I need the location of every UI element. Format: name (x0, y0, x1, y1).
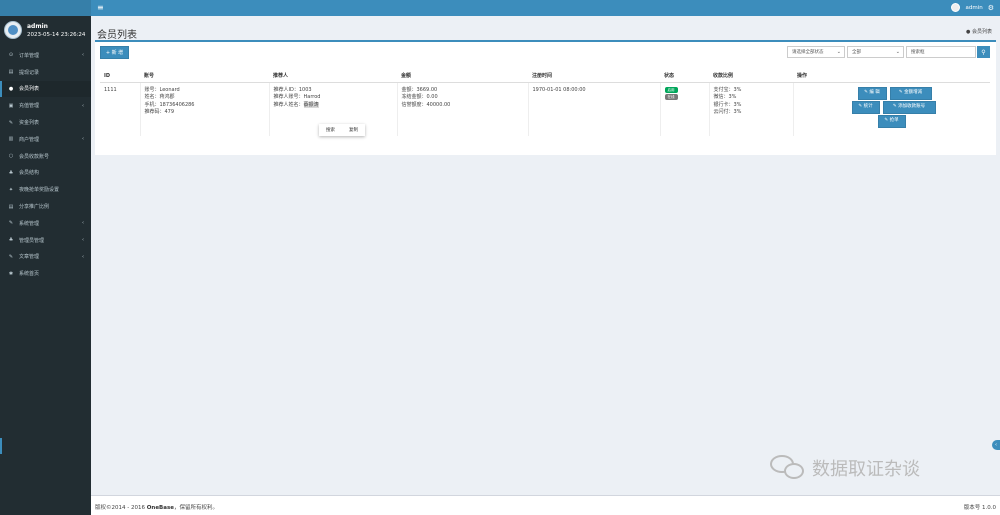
cell-account: 账号：Leonard 姓名：蒋鸿郡 手机：18736406286 推荐码：479 (140, 82, 270, 136)
cell-reg-time: 1970-01-01 08:00:00 (528, 82, 661, 136)
user-icon: ● (8, 85, 14, 92)
left-edge-tab (0, 438, 2, 454)
image-icon: ▣ (8, 102, 14, 109)
context-search-item[interactable]: 搜索 (326, 127, 335, 133)
member-table: ID 账号 推荐人 金额 注册时间 状态 收款比例 操作 1111 账号：Leo… (100, 70, 990, 136)
sidebar-item-articles[interactable]: ✎ 文章管理 ‹ (0, 249, 91, 266)
watermark: 数据取证杂谈 (770, 455, 920, 481)
stats-button[interactable]: ✎ 统计 (851, 100, 880, 114)
cell-amount: 金额：3669.00 冻结金额：0.00 信誉额度：40000.00 (397, 82, 529, 136)
tools-icon: ✎ (8, 220, 14, 227)
cell-actions: ✎ 编 辑 ✎ 金额增减 ✎ 统计 ✎ 添加收款账号 ✎ 抢单 (793, 82, 990, 136)
chevron-down-icon: ⌄ (895, 49, 900, 55)
table-row: 1111 账号：Leonard 姓名：蒋鸿郡 手机：18736406286 推荐… (100, 82, 990, 136)
col-referrer: 推荐人 (269, 70, 397, 83)
wrench-icon: ✦ (8, 186, 14, 193)
member-list-box: + 新 增 请选择全部状态 ⌄ 全部 ⌄ 搜索框 ⚲ ID 账号 推荐人 金额 注册… (95, 40, 996, 155)
col-amount: 金额 (397, 70, 528, 83)
logo-bar (0, 0, 91, 16)
status-filter-select[interactable]: 请选择全部状态 ⌄ (787, 46, 845, 58)
cell-ratio: 支付宝：3% 微信：3% 银行卡：3% 云闪付：3% (709, 82, 794, 136)
user-time: 2023-05-14 23:26:24 (27, 31, 86, 38)
header-username[interactable]: admin (965, 5, 982, 11)
page-title: 会员列表 (97, 30, 137, 41)
search-button[interactable]: ⚲ (977, 46, 990, 58)
add-account-button[interactable]: ✎ 添加收款账号 (882, 100, 936, 114)
sidebar-item-share-ratio[interactable]: ▤ 分享推广比例 (0, 198, 91, 215)
col-reg-time: 注册时间 (528, 70, 660, 83)
search-input[interactable]: 搜索框 (906, 46, 976, 58)
sidebar-item-structure[interactable]: ♣ 会员结构 (0, 165, 91, 182)
edit-button[interactable]: ✎ 编 辑 (857, 86, 887, 100)
chevron-down-icon: ⌄ (836, 49, 841, 55)
hamburger-icon[interactable]: ≡ (97, 3, 104, 12)
col-status: 状态 (660, 70, 709, 83)
header-avatar[interactable] (951, 3, 961, 12)
users-icon: ♣ (8, 237, 14, 244)
gear-icon[interactable]: ⚙ (988, 4, 994, 12)
sidebar-item-night-reward[interactable]: ✦ 夜晚抢单奖励设置 (0, 181, 91, 198)
sidebar-item-home[interactable]: ✱ 系统首页 (0, 265, 91, 282)
copyright: 版权©2014 - 2016 OneBase，保留所有权利。 (95, 505, 218, 511)
main-content: 会员列表 ● 会员列表 + 新 增 请选择全部状态 ⌄ 全部 ⌄ 搜索框 ⚲ ID … (91, 16, 1000, 495)
online-badge: 在线 (664, 93, 678, 100)
cell-status: 启用 在线 (660, 82, 710, 136)
sidebar: admin 2023-05-14 23:26:24 ⊙ 订单管理 ‹ ▤ 提现记录 ●… (0, 0, 91, 515)
grab-order-button[interactable]: ✎ 抢单 (877, 114, 906, 128)
col-actions: 操作 (793, 70, 990, 83)
list-icon: ▤ (8, 69, 14, 76)
col-id: ID (100, 70, 140, 83)
footer: 版权©2014 - 2016 OneBase，保留所有权利。 版本号 1.0.0 (91, 495, 1000, 515)
user-panel: admin 2023-05-14 23:26:24 (0, 16, 91, 44)
users-icon: ♣ (8, 169, 14, 176)
user-name: admin (27, 22, 48, 30)
status-badge[interactable]: 启用 (664, 86, 678, 93)
sidebar-item-accounts[interactable]: ○ 会员收款账号 (0, 148, 91, 165)
avatar (4, 21, 22, 39)
top-header: ≡ admin ⚙ (91, 0, 1000, 16)
order-icon: ⊙ (8, 52, 14, 59)
col-ratio: 收款比例 (709, 70, 793, 83)
search-icon: ⚲ (981, 48, 986, 56)
context-copy-item[interactable]: 复制 (349, 127, 358, 133)
cell-id: 1111 (100, 82, 141, 136)
breadcrumb: ● 会员列表 (966, 29, 992, 35)
table-icon: ▤ (8, 203, 14, 210)
scope-filter-select[interactable]: 全部 ⌄ (847, 46, 904, 58)
context-menu: 搜索 复制 (319, 124, 365, 136)
fund-adjust-button[interactable]: ✎ 金额增减 (889, 86, 932, 100)
sidebar-item-admins[interactable]: ♣ 管理员管理 ‹ (0, 232, 91, 249)
sidebar-item-withdraw[interactable]: ▤ 提现记录 (0, 64, 91, 81)
sidebar-item-orders[interactable]: ⊙ 订单管理 ‹ (0, 47, 91, 64)
home-icon: ✱ (8, 270, 14, 277)
version: 版本号 1.0.0 (963, 505, 996, 511)
add-button[interactable]: + 新 增 (100, 46, 129, 59)
wechat-icon (770, 455, 806, 481)
sidebar-menu: ⊙ 订单管理 ‹ ▤ 提现记录 ● 会员列表 ▣ 充值管理 ‹ ✎ 资金列表 ▥ 商户管理 ‹ ○… (0, 47, 91, 282)
chevron-left-icon[interactable]: ‹ (992, 440, 1000, 450)
sidebar-item-members[interactable]: ● 会员列表 (0, 80, 91, 98)
selected-text[interactable]: 蔡振涛 (303, 101, 319, 108)
sidebar-item-recharge[interactable]: ▣ 充值管理 ‹ (0, 97, 91, 114)
sidebar-item-merchants[interactable]: ▥ 商户管理 ‹ (0, 131, 91, 148)
col-account: 账号 (140, 70, 269, 83)
edit-icon: ✎ (8, 119, 14, 126)
circle-icon: ○ (8, 153, 14, 160)
sidebar-item-system[interactable]: ✎ 系统管理 ‹ (0, 215, 91, 232)
edit-icon: ✎ (8, 253, 14, 260)
bank-icon: ▥ (8, 136, 14, 143)
sidebar-item-funds[interactable]: ✎ 资金列表 (0, 114, 91, 131)
